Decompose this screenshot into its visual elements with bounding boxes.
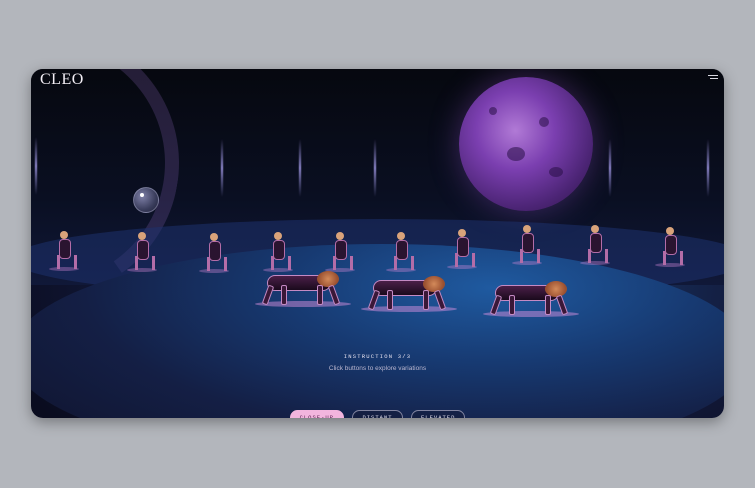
dancer-figure — [386, 232, 416, 272]
floating-orb — [133, 187, 159, 213]
scene-viewport: CLEO INSTRUCTION 3/3 Click buttons to ex… — [31, 69, 724, 418]
light-beam — [221, 139, 223, 197]
instruction-hint: Click buttons to explore variations — [328, 365, 427, 372]
instruction-step-label: INSTRUCTION 3/3 — [343, 353, 412, 360]
elevated-button[interactable]: ELEVATED — [411, 410, 466, 418]
crawling-dancer — [483, 279, 579, 319]
distant-button[interactable]: DISTANT — [352, 410, 403, 418]
hamburger-menu-icon[interactable] — [708, 75, 718, 82]
crawling-dancer — [255, 269, 351, 309]
cleo-logo[interactable]: CLEO — [40, 71, 84, 89]
view-controls: CLOSE-UP DISTANT ELEVATED — [31, 406, 724, 418]
light-beam — [35, 137, 37, 195]
dancer-figure — [49, 231, 79, 271]
dancer-figure — [447, 229, 477, 269]
dancer-figure — [580, 225, 610, 265]
dancer-figure — [199, 233, 229, 273]
light-beam — [707, 139, 709, 197]
dancer-figure — [655, 227, 685, 267]
dancer-figure — [127, 232, 157, 272]
close-up-button[interactable]: CLOSE-UP — [289, 410, 344, 418]
light-beam — [609, 139, 611, 197]
moon — [459, 77, 593, 211]
light-beam — [374, 139, 376, 197]
dancer-figure — [263, 232, 293, 272]
crawling-dancer — [361, 274, 457, 314]
light-beam — [299, 139, 301, 197]
dancer-figure — [512, 225, 542, 265]
dancer-figure — [325, 232, 355, 272]
